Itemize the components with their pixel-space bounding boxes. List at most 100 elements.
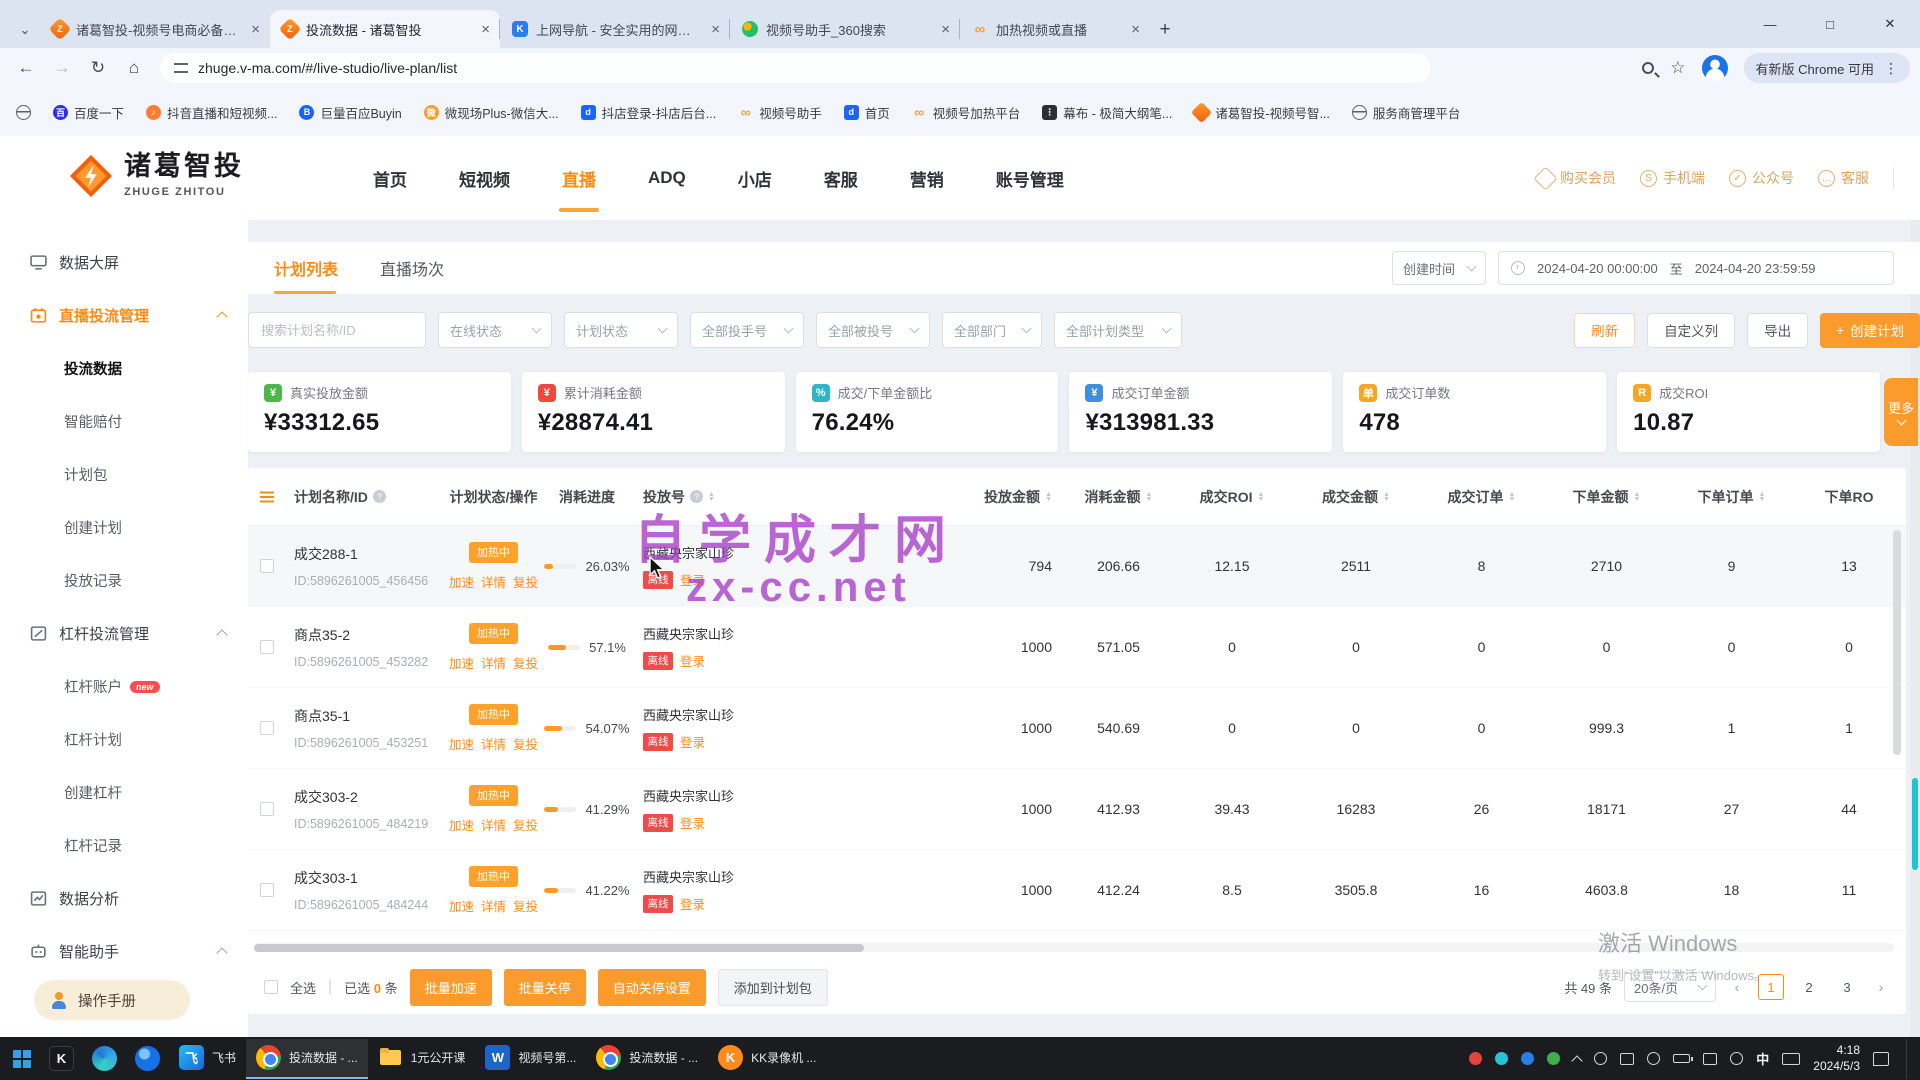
select-all-checkbox[interactable] [264,980,278,994]
bookmark-doudian[interactable]: d抖店登录-抖店后台... [581,103,717,122]
next-page-button[interactable]: › [1872,979,1890,995]
accelerate-link[interactable]: 加速 [449,653,474,672]
tray-blue-icon[interactable] [1521,1052,1534,1065]
official-account-link[interactable]: ✓公众号 [1729,168,1794,188]
browser-menu-icon[interactable]: ⋮ [1884,66,1898,70]
login-link[interactable]: 登录 [680,813,705,832]
bookmark-douyin[interactable]: ♪抖音直播和短视频... [146,103,277,122]
pinned-app-edge[interactable] [83,1039,126,1079]
nav-short-video[interactable]: 短视频 [459,136,510,220]
bookmark-mubu[interactable]: ⋮幕布 - 极简大纲笔... [1042,103,1172,122]
profile-avatar[interactable] [1702,55,1728,81]
mobile-app-link[interactable]: S手机端 [1640,168,1705,188]
export-button[interactable]: 导出 [1747,313,1808,348]
tray-red-icon[interactable] [1469,1052,1482,1065]
select-all-label[interactable]: 全选 [290,978,316,997]
sidebar-item-create-plan[interactable]: 创建计划 [0,501,248,554]
row-checkbox[interactable] [260,802,274,816]
page-size-select[interactable]: 20条/页 [1624,972,1716,1002]
accelerate-link[interactable]: 加速 [449,572,474,591]
sort-icon[interactable]: ▲▼ [1257,492,1264,502]
bulk-stop-button[interactable]: 批量关停 [504,969,586,1006]
sidebar-item-smart-compensation[interactable]: 智能赔付 [0,395,248,448]
login-link[interactable]: 登录 [680,894,705,913]
network-icon[interactable] [1594,1052,1607,1065]
mic-icon[interactable] [1730,1052,1743,1065]
browser-tab-5[interactable]: ∞ 加热视频或直播 × [960,10,1150,48]
pinned-app-browser[interactable] [126,1039,169,1079]
taskbar-app-chrome-2[interactable]: 投流数据 - ... [586,1039,708,1079]
row-checkbox[interactable] [260,640,274,654]
manual-button[interactable]: 操作手册 [34,980,190,1020]
volume-icon[interactable] [1703,1053,1717,1065]
create-plan-button[interactable]: +创建计划 [1820,313,1920,348]
sidebar-item-leverage-plan[interactable]: 杠杆计划 [0,713,248,766]
bookmark-homepage[interactable]: d首页 [844,103,890,122]
sidebar-item-promotion-data[interactable]: 投流数据 [0,342,248,395]
detail-link[interactable]: 详情 [481,734,506,753]
reinvest-link[interactable]: 复投 [513,734,538,753]
close-button[interactable]: ✕ [1860,0,1920,48]
reload-button[interactable]: ↻ [82,52,114,84]
department-select[interactable]: 全部部门 [942,312,1042,348]
sidebar-item-plan-package[interactable]: 计划包 [0,448,248,501]
browser-tab-3[interactable]: K 上网导航 - 安全实用的网址导航 × [500,10,730,48]
taskbar-app-feishu[interactable]: 飞飞书 [169,1039,246,1079]
reinvest-link[interactable]: 复投 [513,896,538,915]
minimize-button[interactable]: — [1740,0,1800,48]
usb-icon[interactable] [1620,1053,1634,1065]
browser-tab-1[interactable]: Z 诸葛智投-视频号电商必备工具 × [40,10,270,48]
table-row-2[interactable]: 商点35-2ID:5896261005_453282 加热中加速详情复投 57.… [248,607,1906,688]
sidebar-group-smart-assistant[interactable]: 智能助手 [0,925,248,978]
buy-membership-link[interactable]: 购买会员 [1537,168,1616,188]
bookmark-zhuge[interactable]: 诸葛智投-视频号智... [1194,103,1330,122]
bluetooth-icon[interactable] [1647,1052,1660,1065]
sort-icon[interactable]: ▲▼ [1509,492,1516,502]
browser-tab-4[interactable]: 视频号助手_360搜索 × [730,10,960,48]
online-status-select[interactable]: 在线状态 [438,312,552,348]
row-checkbox[interactable] [260,721,274,735]
pinned-app-dark[interactable]: K [40,1039,83,1079]
taskbar-app-doc[interactable]: W视频号第... [475,1039,586,1079]
tab-live-sessions[interactable]: 直播场次 [380,242,444,294]
taskbar-app-chrome-1[interactable]: 投流数据 - ... [246,1039,368,1079]
table-vertical-scrollbar[interactable] [1893,530,1901,755]
taskbar-app-kk-recorder[interactable]: KKK录像机 ... [708,1039,826,1079]
sidebar-group-live-promotion[interactable]: 直播投流管理 [0,289,248,342]
sort-icon[interactable]: ▲▼ [708,492,715,502]
bookmark-heat-platform[interactable]: ∞视频号加热平台 [912,103,1021,122]
tab-close-icon[interactable]: × [481,21,490,38]
page-2-button[interactable]: 2 [1796,974,1822,1000]
search-icon[interactable] [1642,62,1654,74]
detail-link[interactable]: 详情 [481,572,506,591]
keyboard-icon[interactable] [1782,1053,1800,1065]
operator-account-select[interactable]: 全部投手号 [690,312,804,348]
tray-green-icon[interactable] [1547,1052,1560,1065]
plan-status-select[interactable]: 计划状态 [564,312,678,348]
login-link[interactable]: 登录 [680,570,705,589]
row-checkbox[interactable] [260,883,274,897]
plan-type-select[interactable]: 全部计划类型 [1054,312,1182,348]
bookmark-service-platform[interactable]: 服务商管理平台 [1352,103,1461,122]
detail-link[interactable]: 详情 [481,815,506,834]
nav-account[interactable]: 账号管理 [996,136,1064,220]
target-account-select[interactable]: 全部被投号 [816,312,930,348]
sort-icon[interactable]: ▲▼ [1045,492,1052,502]
nav-service[interactable]: 客服 [824,136,858,220]
table-row-3[interactable]: 商点35-1ID:5896261005_453251 加热中加速详情复投 54.… [248,688,1906,769]
date-range-picker[interactable]: 2024-04-20 00:00:00 至 2024-04-20 23:59:5… [1498,251,1894,285]
clock-datetime[interactable]: 4:18 2024/5/3 [1813,1043,1860,1074]
site-settings-icon[interactable] [174,62,188,74]
bookmark-baidu[interactable]: 百百度一下 [53,103,124,122]
login-link[interactable]: 登录 [680,732,705,751]
tray-teal-icon[interactable] [1495,1052,1508,1065]
table-row-5[interactable]: 成交303-1ID:5896261005_484244 加热中加速详情复投 41… [248,850,1906,931]
prev-page-button[interactable]: ‹ [1728,979,1746,995]
notification-center-icon[interactable] [1873,1052,1889,1066]
back-button[interactable]: ← [10,52,42,84]
refresh-button[interactable]: 刷新 [1574,313,1635,348]
auto-stop-settings-button[interactable]: 自动关停设置 [598,969,706,1006]
tray-expand-icon[interactable] [1572,1055,1583,1066]
accelerate-link[interactable]: 加速 [449,734,474,753]
battery-icon[interactable] [1673,1054,1690,1063]
